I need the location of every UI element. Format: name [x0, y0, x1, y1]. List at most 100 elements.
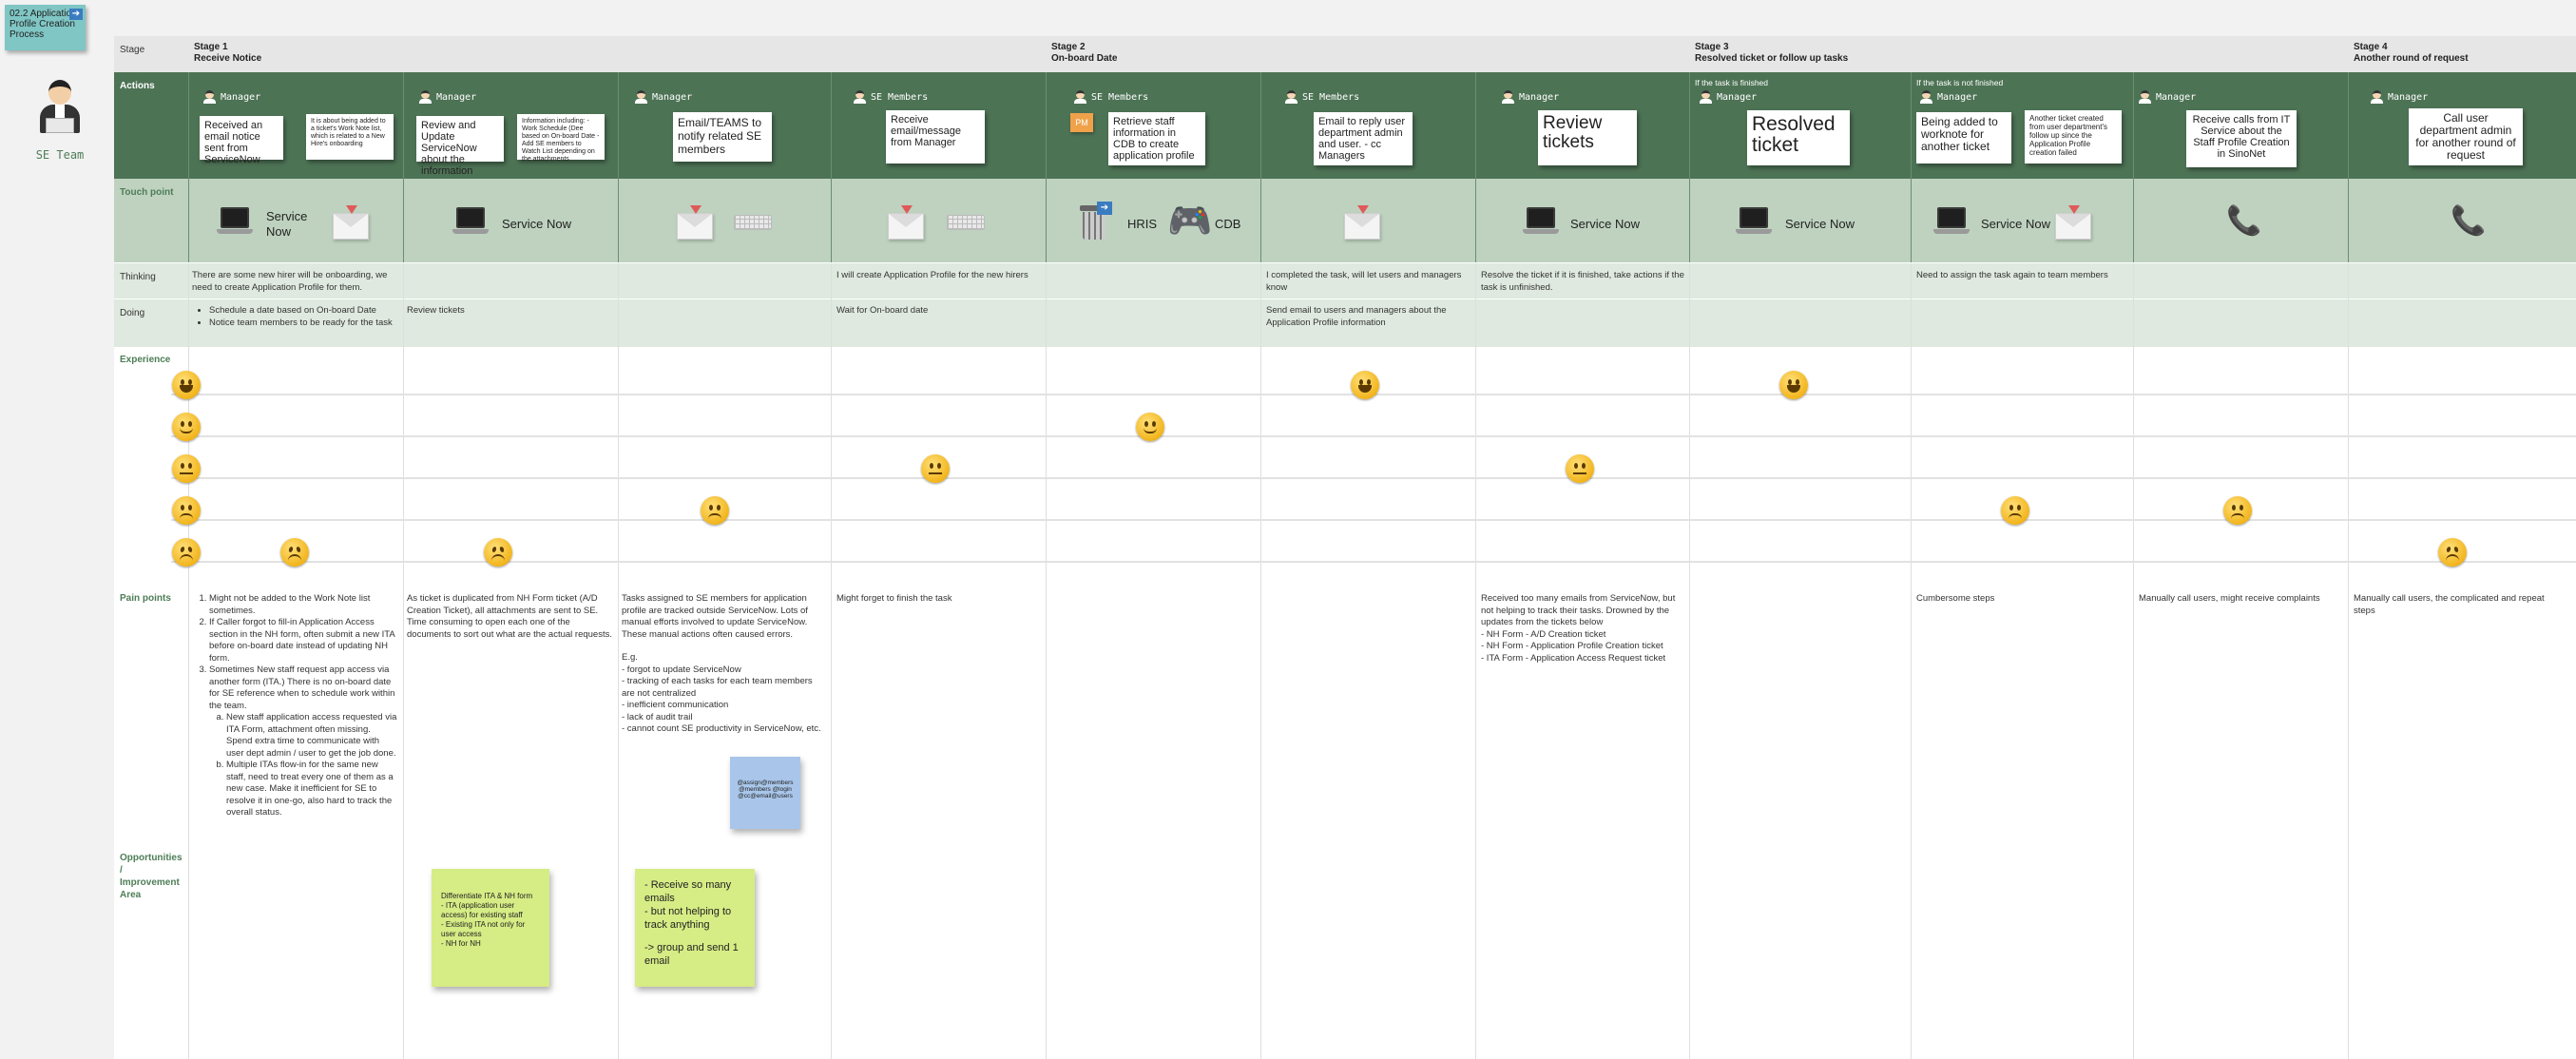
column-divider [831, 72, 832, 262]
column-divider [188, 72, 189, 262]
thinking-text: Need to assign the task again to team me… [1916, 270, 2108, 280]
scale-sad-icon [172, 538, 201, 567]
experience-emotion-icon [2223, 496, 2252, 525]
action-role-6: Manager [1502, 90, 1559, 104]
phone-icon: 📞 [2226, 205, 2262, 237]
process-tag-sticky[interactable]: 02.2 Application Profile Creation Proces… [5, 5, 86, 50]
action-role-8: Manager [1920, 90, 1977, 104]
experience-emotion-icon [1351, 371, 1379, 399]
action-role-label: Manager [1937, 91, 1978, 103]
row-label-actions: Actions [120, 81, 155, 91]
experience-emotion-icon [1566, 454, 1594, 483]
row-label-opportunities: Opportunities / Improvement Area [120, 853, 183, 900]
action-role-7: Manager [1700, 90, 1757, 104]
action-note[interactable]: Retrieve staff information in CDB to cre… [1108, 112, 1205, 165]
action-note[interactable]: Receive email/message from Manager [886, 110, 985, 164]
column-divider [403, 72, 404, 262]
action-role-4: SE Members [1074, 90, 1148, 104]
thinking-text: I completed the task, will let users and… [1266, 270, 1462, 293]
action-note[interactable]: Review and Update ServiceNow about the i… [416, 116, 504, 177]
action-note[interactable]: Call user department admin for another r… [2409, 108, 2523, 165]
column-divider [2133, 72, 2134, 262]
touchpoint-label: Service Now [1785, 217, 1855, 231]
action-note[interactable]: Another ticket created from user departm… [2025, 110, 2122, 164]
action-note[interactable]: It is about being added to a ticket's Wo… [306, 114, 394, 160]
stage-4-title: Another round of request [2354, 53, 2469, 64]
scale-very-happy-icon [172, 371, 201, 399]
member-avatar-icon [854, 90, 866, 104]
experience-line-4 [171, 519, 2576, 521]
scale-happy-icon [172, 413, 201, 441]
thinking-text: There are some new hirer will be onboard… [192, 270, 388, 293]
touchpoint-label: CDB [1215, 217, 1241, 231]
action-note[interactable]: Email/TEAMS to notify related SE members [673, 112, 772, 162]
action-role-label: Manager [1519, 91, 1560, 103]
action-note[interactable]: Receive calls from IT Service about the … [2186, 110, 2297, 167]
column-divider [1911, 263, 1912, 1059]
row-label-doing: Doing [120, 308, 145, 318]
doing-text: Schedule a date based on On-board Date N… [186, 305, 403, 329]
journey-map-board: 02.2 Application Profile Creation Proces… [0, 0, 2576, 1059]
stage-1-label: Stage 1 [194, 42, 228, 52]
doing-item: Notice team members to be ready for the … [209, 318, 397, 330]
pain-text: As ticket is duplicated from NH Form tic… [407, 593, 612, 640]
column-divider [1260, 72, 1261, 262]
action-role-label: Manager [221, 91, 261, 103]
row-label-touchpoint: Touch point [120, 187, 174, 198]
doing-text: Review tickets [407, 305, 465, 316]
email-icon [677, 205, 713, 240]
column-divider [1046, 72, 1047, 262]
action-note[interactable]: Email to reply user department admin and… [1314, 112, 1413, 165]
action-note[interactable]: Information including: - Work Schedule (… [517, 114, 605, 163]
experience-emotion-icon [280, 538, 309, 567]
experience-emotion-icon [2438, 538, 2467, 567]
action-note[interactable]: Received an email notice sent from Servi… [200, 116, 283, 165]
stage-header-4: Stage 4 Another round of request [2348, 36, 2576, 72]
pain-text: Might forget to finish the task [836, 593, 952, 604]
thinking-text: Resolve the ticket if it is finished, ta… [1481, 270, 1684, 293]
doing-text: Wait for On-board date [836, 305, 929, 316]
action-note[interactable]: Being added to worknote for another tick… [1916, 112, 2011, 164]
stage-2-label: Stage 2 [1051, 42, 1086, 52]
laptop-icon [1736, 207, 1772, 240]
email-icon [2055, 205, 2091, 240]
manager-avatar-icon [635, 90, 647, 104]
manager-avatar-icon [2371, 90, 2383, 104]
condition-label: If the task is not finished [1916, 78, 2004, 87]
laptop-icon [1933, 207, 1970, 240]
column-divider [2133, 263, 2134, 1059]
pain-subitem: Multiple ITAs flow-in for the same new s… [226, 760, 397, 819]
experience-emotion-icon [701, 496, 729, 525]
link-arrow-icon[interactable]: ➔ [69, 9, 83, 20]
action-role-2: Manager [635, 90, 692, 104]
touchpoint-label: Service Now [502, 217, 571, 231]
opportunity-sticky-note[interactable]: - Receive so many emails - but not helpin… [635, 869, 755, 987]
action-role-5: SE Members [1285, 90, 1359, 104]
column-divider [618, 72, 619, 262]
pain-item: Sometimes New staff request app access v… [209, 664, 397, 819]
column-divider [2348, 263, 2349, 1059]
gamepad-icon: 🎮 [1167, 202, 1213, 241]
experience-line-2 [171, 435, 2576, 437]
action-role-10: Manager [2371, 90, 2428, 104]
action-note[interactable]: Resolved ticket [1747, 110, 1850, 165]
scale-unhappy-icon [172, 496, 201, 525]
action-role-label: SE Members [871, 91, 929, 103]
laptop-icon [1523, 207, 1559, 240]
action-role-label: Manager [436, 91, 477, 103]
experience-line-3 [171, 477, 2576, 479]
stage-2-title: On-board Date [1051, 53, 1118, 64]
doing-item: Schedule a date based on On-board Date [209, 305, 397, 318]
touchpoint-label: Service Now [1981, 217, 2050, 231]
manager-avatar-icon [1920, 90, 1932, 104]
stage-header-1: Stage 1 Receive Notice [188, 36, 1044, 72]
action-note[interactable]: Review tickets [1538, 110, 1637, 165]
opportunity-sticky-note[interactable]: Differentiate ITA & NH form - ITA (applic… [432, 869, 549, 987]
column-divider [1475, 72, 1476, 262]
persona-avatar [36, 80, 84, 137]
member-avatar-icon [1285, 90, 1298, 104]
pain-sticky-note[interactable]: @assign@members @members @login @cc@emai… [730, 757, 800, 829]
email-icon [888, 205, 924, 240]
action-role-1: Manager [419, 90, 476, 104]
manager-avatar-icon [2139, 90, 2151, 104]
